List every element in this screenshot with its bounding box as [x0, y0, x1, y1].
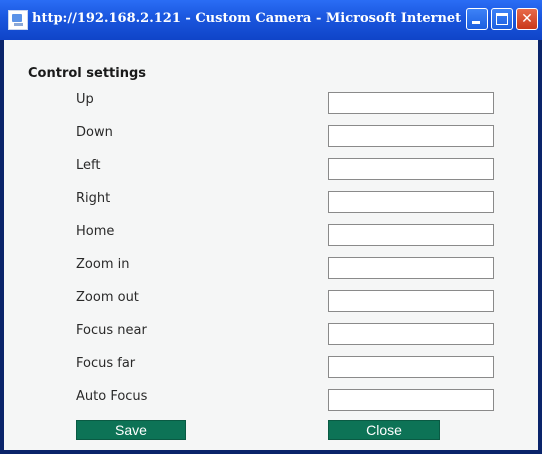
focus-near-input[interactable]	[328, 323, 494, 345]
zoom-out-input[interactable]	[328, 290, 494, 312]
right-input[interactable]	[328, 191, 494, 213]
section-title: Control settings	[28, 66, 147, 81]
field-label-down: Down	[76, 125, 113, 140]
zoom-in-input[interactable]	[328, 257, 494, 279]
left-input[interactable]	[328, 158, 494, 180]
window-title: http://192.168.2.121 - Custom Camera - M…	[32, 11, 480, 26]
home-input[interactable]	[328, 224, 494, 246]
field-label-home: Home	[76, 224, 115, 239]
field-label-right: Right	[76, 191, 111, 206]
field-label-up: Up	[76, 92, 94, 107]
ie-page-icon	[8, 10, 28, 30]
field-label-zoom-in: Zoom in	[76, 257, 130, 272]
save-button[interactable]: Save	[76, 420, 186, 440]
close-icon[interactable]: ✕	[516, 8, 538, 30]
auto-focus-input[interactable]	[328, 389, 494, 411]
focus-far-input[interactable]	[328, 356, 494, 378]
title-bar[interactable]: http://192.168.2.121 - Custom Camera - M…	[0, 0, 542, 40]
field-label-focus-far: Focus far	[76, 356, 136, 371]
maximize-icon[interactable]	[491, 8, 513, 30]
minimize-icon[interactable]	[466, 8, 488, 30]
down-input[interactable]	[328, 125, 494, 147]
field-label-zoom-out: Zoom out	[76, 290, 139, 305]
up-input[interactable]	[328, 92, 494, 114]
browser-window: http://192.168.2.121 - Custom Camera - M…	[0, 0, 542, 454]
close-button[interactable]: Close	[328, 420, 440, 440]
field-label-left: Left	[76, 158, 101, 173]
field-label-focus-near: Focus near	[76, 323, 147, 338]
page-content: Control settings Up Down Left Right Home…	[4, 40, 538, 450]
field-label-auto-focus: Auto Focus	[76, 389, 148, 404]
